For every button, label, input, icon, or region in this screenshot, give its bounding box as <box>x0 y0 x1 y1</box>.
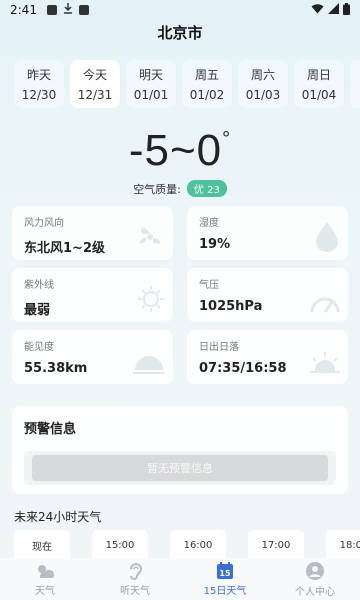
notification-icon <box>46 5 57 15</box>
tab-label: 听天气 <box>120 585 150 597</box>
profile-icon <box>305 561 325 581</box>
day-date: 01/03 <box>245 88 281 102</box>
signal-icon <box>328 3 339 17</box>
no-warning-button[interactable]: 暂无预警信息 <box>32 455 328 481</box>
day-name: 今天 <box>82 68 107 82</box>
warning-title: 预警信息 <box>24 422 77 437</box>
hour-chip[interactable]: 18:00 <box>326 530 360 560</box>
warning-content: 暂无预警信息 <box>24 451 336 485</box>
status-time: 2:41 <box>10 3 37 17</box>
hourly-title: 未来24小时天气 <box>14 510 102 524</box>
detail-card-wind: 风力风向 东北风1~2级 <box>12 206 173 260</box>
detail-card-pressure: 气压 1025hPa <box>187 268 348 322</box>
day-chip-saturday[interactable]: 周六 01/03 <box>238 60 288 108</box>
visibility-icon <box>131 348 167 380</box>
battery-icon <box>343 2 350 18</box>
day-name: 昨天 <box>26 68 51 82</box>
tab-label: 个人中心 <box>295 586 335 598</box>
hour-chip[interactable]: 现在 <box>14 530 70 560</box>
wifi-icon <box>311 3 324 17</box>
day-selector: 昨天 12/30 今天 12/31 明天 01/01 周五 01/02 周六 0… <box>14 60 360 108</box>
detail-card-uv: 紫外线 最弱 <box>12 268 173 322</box>
tab-listen-weather[interactable]: 听天气 <box>90 558 180 600</box>
tab-profile[interactable]: 个人中心 <box>270 558 360 600</box>
day-chip-tomorrow[interactable]: 明天 01/01 <box>126 60 176 108</box>
tab-label: 15日天气 <box>203 585 247 597</box>
day-date: 12/30 <box>21 88 57 102</box>
day-chip-next-partial[interactable] <box>350 60 360 108</box>
day-name: 明天 <box>138 68 163 82</box>
tab-weather[interactable]: 天气 <box>0 558 90 600</box>
day-name: 周五 <box>194 68 219 82</box>
detail-card-visibility: 能见度 55.38km <box>12 330 173 384</box>
hour-chip[interactable]: 15:00 <box>92 530 148 560</box>
sunrise-icon <box>308 348 342 380</box>
day-date: 12/31 <box>77 88 113 102</box>
bottom-tab-bar: 天气 听天气 15 15日天气 个人中心 <box>0 558 360 600</box>
day-chip-sunday[interactable]: 周日 01/04 <box>294 60 344 108</box>
weather-details-grid: 风力风向 东北风1~2级 湿度 19% 紫外线 最弱 气压 1025hPa 能见… <box>12 206 348 384</box>
status-bar: 2:41 <box>0 0 360 20</box>
tab-label: 天气 <box>35 585 55 597</box>
wind-icon <box>133 222 167 256</box>
calendar-15-icon: 15 <box>216 561 234 580</box>
hourly-forecast-row[interactable]: 现在 15:00 16:00 17:00 18:00 <box>14 530 360 560</box>
detail-card-sunrise-sunset: 日出日落 07:35/16:58 <box>187 330 348 384</box>
hour-chip[interactable]: 17:00 <box>248 530 304 560</box>
photo-notification-icon <box>78 5 89 15</box>
ear-icon <box>126 562 144 580</box>
current-temperature: -5~0° <box>0 126 360 176</box>
day-date: 01/01 <box>133 88 169 102</box>
weather-icon <box>34 562 56 580</box>
day-name: 周日 <box>306 68 331 82</box>
download-icon <box>63 3 73 17</box>
detail-card-humidity: 湿度 19% <box>187 206 348 260</box>
warning-card: 预警信息 暂无预警信息 <box>12 406 348 494</box>
air-quality-row: 空气质量: 优 23 <box>0 180 360 197</box>
humidity-icon <box>312 220 342 256</box>
sun-icon <box>135 284 167 318</box>
temperature-range: -5~0 <box>128 126 223 175</box>
day-date: 01/02 <box>189 88 225 102</box>
pressure-icon <box>308 284 342 318</box>
svg-text:15: 15 <box>219 569 231 578</box>
city-title[interactable]: 北京市 <box>0 22 360 46</box>
day-chip-yesterday[interactable]: 昨天 12/30 <box>14 60 64 108</box>
day-name: 周六 <box>250 68 275 82</box>
day-chip-today[interactable]: 今天 12/31 <box>70 60 120 108</box>
air-quality-label: 空气质量: <box>133 182 181 196</box>
day-chip-friday[interactable]: 周五 01/02 <box>182 60 232 108</box>
air-quality-badge: 优 23 <box>186 180 227 197</box>
tab-15-day[interactable]: 15 15日天气 <box>180 558 270 600</box>
hour-chip[interactable]: 16:00 <box>170 530 226 560</box>
day-date: 01/04 <box>301 88 337 102</box>
degree-symbol: ° <box>222 128 232 150</box>
